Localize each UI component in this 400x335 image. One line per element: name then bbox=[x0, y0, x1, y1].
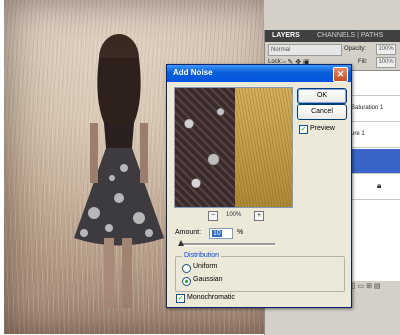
distribution-group: Distribution Uniform Gaussian bbox=[175, 252, 345, 292]
panel-area-background bbox=[264, 0, 400, 30]
preview-checkbox[interactable]: ✓ bbox=[299, 125, 308, 134]
plus-icon: + bbox=[256, 212, 262, 219]
fill-field[interactable]: 100% bbox=[376, 57, 396, 68]
dialog-titlebar[interactable]: Add Noise ✕ bbox=[167, 65, 351, 82]
lock-icon: 🔒︎ bbox=[377, 181, 382, 190]
zoom-level: 100% bbox=[226, 212, 242, 218]
filter-preview[interactable] bbox=[174, 87, 293, 208]
cancel-button[interactable]: Cancel bbox=[297, 104, 347, 120]
blend-mode-select[interactable]: Normal bbox=[268, 44, 342, 56]
uniform-label: Uniform bbox=[193, 263, 218, 270]
opacity-field[interactable]: 100% bbox=[376, 44, 396, 55]
gaussian-radio[interactable] bbox=[182, 277, 191, 286]
zoom-controls: − 100% + bbox=[174, 211, 291, 221]
add-noise-dialog: Add Noise ✕ − 100% + OK Cancel ✓ Preview… bbox=[166, 64, 352, 308]
layers-panel-header: LAYERS CHANNELS | PATHS bbox=[265, 30, 400, 42]
tab-other-panels[interactable]: CHANNELS | PATHS bbox=[317, 30, 383, 42]
amount-slider-thumb[interactable] bbox=[178, 240, 185, 246]
amount-unit: % bbox=[237, 229, 244, 236]
zoom-in-button[interactable]: + bbox=[254, 211, 264, 221]
tab-layers[interactable]: LAYERS bbox=[272, 30, 300, 42]
amount-slider[interactable] bbox=[178, 240, 275, 246]
uniform-radio[interactable] bbox=[182, 264, 191, 273]
close-icon: ✕ bbox=[336, 69, 345, 79]
zoom-out-button[interactable]: − bbox=[208, 211, 218, 221]
amount-input[interactable]: 10 bbox=[209, 228, 233, 239]
minus-icon: − bbox=[210, 212, 216, 219]
close-button[interactable]: ✕ bbox=[333, 67, 348, 82]
preview-label: Preview bbox=[310, 125, 335, 132]
opacity-label: Opacity: bbox=[344, 46, 367, 52]
preview-image-background bbox=[235, 88, 292, 207]
monochromatic-label: Monochromatic bbox=[187, 294, 235, 301]
ok-button[interactable]: OK bbox=[297, 88, 347, 104]
distribution-title: Distribution bbox=[182, 252, 222, 259]
dialog-title: Add Noise bbox=[173, 68, 213, 77]
monochromatic-checkbox[interactable]: ✓ bbox=[176, 294, 185, 303]
gaussian-label: Gaussian bbox=[193, 276, 223, 283]
layers-controls-row: Normal Opacity: 100% bbox=[268, 44, 398, 56]
amount-label: Amount: bbox=[175, 229, 202, 236]
layer-actions-icons[interactable]: ◧ ▭ ⊞ ▤ bbox=[349, 282, 381, 290]
fill-label: Fill: bbox=[358, 59, 368, 65]
